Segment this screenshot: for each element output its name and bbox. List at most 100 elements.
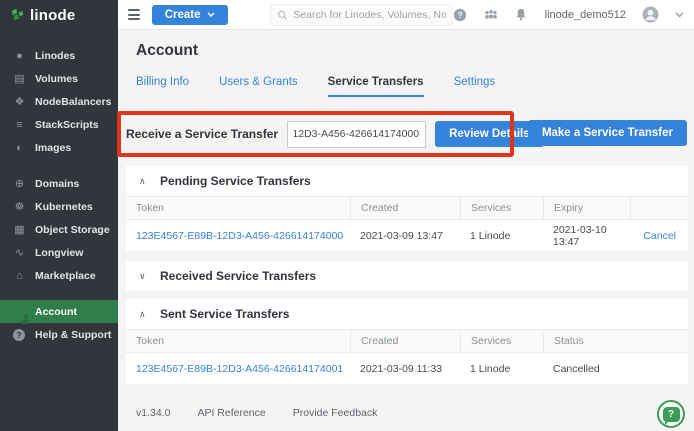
sidebar-item-label: Kubernetes xyxy=(35,201,93,213)
search-input[interactable] xyxy=(293,9,445,21)
sidebar-item-volumes[interactable]: ▤ Volumes xyxy=(0,67,118,90)
sidebar-item-help-support[interactable]: ? Help & Support xyxy=(0,323,118,346)
created-cell: 2021-03-09 13:47 xyxy=(350,230,460,242)
search-bar[interactable] xyxy=(270,4,453,26)
stackscripts-icon: ≡ xyxy=(13,119,26,131)
sidebar-item-label: Marketplace xyxy=(35,270,96,282)
created-cell: 2021-03-09 11:33 xyxy=(350,363,460,375)
linodes-icon: ● xyxy=(13,50,26,62)
community-icon[interactable] xyxy=(483,9,499,21)
sidebar-item-label: Images xyxy=(35,142,71,154)
received-transfers-header[interactable]: ∨ Received Service Transfers xyxy=(126,261,688,291)
sidebar-item-stackscripts[interactable]: ≡ StackScripts xyxy=(0,113,118,136)
col-token: Token xyxy=(126,197,350,219)
sidebar-item-label: Help & Support xyxy=(35,329,111,341)
tab-service-transfers[interactable]: Service Transfers xyxy=(328,72,424,97)
section-title: Received Service Transfers xyxy=(160,269,316,283)
topbar: Create ? linode_demo512 xyxy=(118,0,694,30)
support-chat-button[interactable]: ? xyxy=(657,400,685,428)
domains-icon: ⊕ xyxy=(13,177,26,190)
collapse-chevron-up-icon: ∧ xyxy=(139,176,149,187)
services-cell: 1 Linode xyxy=(460,230,543,242)
pending-transfers-card: ∧ Pending Service Transfers Token Create… xyxy=(126,166,688,251)
sidebar-item-domains[interactable]: ⊕ Domains xyxy=(0,172,118,195)
create-button[interactable]: Create xyxy=(152,5,228,25)
nodebalancers-icon: ❖ xyxy=(13,95,26,108)
volumes-icon: ▤ xyxy=(13,72,26,85)
avatar[interactable] xyxy=(642,6,659,23)
longview-icon: ∿ xyxy=(13,246,26,259)
sidebar-item-marketplace[interactable]: ⌂ Marketplace xyxy=(0,264,118,287)
footer: v1.34.0 API Reference Provide Feedback xyxy=(136,407,377,419)
sidebar-item-label: StackScripts xyxy=(35,119,99,131)
col-services: Services xyxy=(460,330,543,352)
token-link[interactable]: 123E4567-E89B-12D3-A456-426614174000 xyxy=(136,230,343,242)
table-row: 123E4567-E89B-12D3-A456-426614174001 202… xyxy=(126,353,688,384)
sidebar-item-label: Longview xyxy=(35,247,83,259)
sidebar-item-label: Linodes xyxy=(35,50,75,62)
tab-settings[interactable]: Settings xyxy=(454,72,496,97)
notifications-bell-icon[interactable] xyxy=(515,8,527,21)
svg-text:?: ? xyxy=(457,10,462,20)
chat-question-icon: ? xyxy=(663,407,680,422)
username: linode_demo512 xyxy=(545,9,626,21)
linode-logo[interactable]: linode xyxy=(0,0,118,30)
section-title: Pending Service Transfers xyxy=(160,174,311,188)
transfer-token-input[interactable] xyxy=(287,121,426,148)
collapse-chevron-down-icon: ∨ xyxy=(139,271,149,282)
kubernetes-icon: ☸ xyxy=(13,200,26,213)
help-icon[interactable]: ? xyxy=(453,8,467,22)
sidebar-item-label: NodeBalancers xyxy=(35,96,111,108)
tab-billing-info[interactable]: Billing Info xyxy=(136,72,189,97)
page-title: Account xyxy=(136,42,198,60)
sidebar-item-label: Domains xyxy=(35,178,79,190)
section-title: Sent Service Transfers xyxy=(160,307,289,321)
api-reference-link[interactable]: API Reference xyxy=(197,407,265,419)
provide-feedback-link[interactable]: Provide Feedback xyxy=(293,407,378,419)
sidebar-item-account[interactable]: Account xyxy=(0,300,118,323)
logo-text: linode xyxy=(30,7,75,24)
object-storage-icon: ▦ xyxy=(13,223,26,236)
tab-users-grants[interactable]: Users & Grants xyxy=(219,72,298,97)
collapse-chevron-up-icon: ∧ xyxy=(139,309,149,320)
sidebar-item-object-storage[interactable]: ▦ Object Storage xyxy=(0,218,118,241)
sent-table-header: Token Created Services Status xyxy=(126,329,688,353)
sidebar-item-images[interactable]: ◐ Images xyxy=(0,136,118,159)
images-icon: ◐ xyxy=(13,142,26,154)
expiry-cell: 2021-03-10 13:47 xyxy=(543,224,630,248)
col-created: Created xyxy=(350,197,460,219)
sidebar-item-label: Object Storage xyxy=(35,224,110,236)
version-label: v1.34.0 xyxy=(136,407,170,419)
make-service-transfer-button[interactable]: Make a Service Transfer xyxy=(528,120,687,146)
sidebar-item-longview[interactable]: ∿ Longview xyxy=(0,241,118,264)
cancel-link[interactable]: Cancel xyxy=(643,230,676,242)
col-actions xyxy=(630,197,688,219)
receive-transfer-bar: Receive a Service Transfer Review Detail… xyxy=(126,118,568,150)
sidebar-item-kubernetes[interactable]: ☸ Kubernetes xyxy=(0,195,118,218)
sidebar-item-nodebalancers[interactable]: ❖ NodeBalancers xyxy=(0,90,118,113)
search-icon xyxy=(277,9,288,21)
token-link[interactable]: 123E4567-E89B-12D3-A456-426614174001 xyxy=(136,363,343,375)
create-button-label: Create xyxy=(165,9,201,21)
sent-transfers-card: ∧ Sent Service Transfers Token Created S… xyxy=(126,299,688,384)
sent-transfers-header[interactable]: ∧ Sent Service Transfers xyxy=(126,299,688,329)
table-row: 123E4567-E89B-12D3-A456-426614174000 202… xyxy=(126,220,688,251)
account-tabs: Billing Info Users & Grants Service Tran… xyxy=(136,72,525,97)
services-cell: 1 Linode xyxy=(460,363,543,375)
linode-logo-icon xyxy=(11,8,25,22)
help-circle-icon: ? xyxy=(13,329,26,341)
receive-transfer-label: Receive a Service Transfer xyxy=(126,127,278,141)
col-expiry: Expiry xyxy=(543,197,630,219)
col-token: Token xyxy=(126,330,350,352)
col-services: Services xyxy=(460,197,543,219)
col-status: Status xyxy=(543,330,688,352)
sidebar-item-label: Account xyxy=(35,306,77,318)
hamburger-menu-icon[interactable] xyxy=(128,7,140,23)
sidebar-item-linodes[interactable]: ● Linodes xyxy=(0,44,118,67)
user-menu-chevron-down-icon[interactable] xyxy=(675,12,684,18)
col-created: Created xyxy=(350,330,460,352)
pending-transfers-header[interactable]: ∧ Pending Service Transfers xyxy=(126,166,688,196)
sidebar: linode ● Linodes ▤ Volumes ❖ NodeBalance… xyxy=(0,0,118,431)
main-content: Account Billing Info Users & Grants Serv… xyxy=(118,30,694,431)
sidebar-item-label: Volumes xyxy=(35,73,78,85)
